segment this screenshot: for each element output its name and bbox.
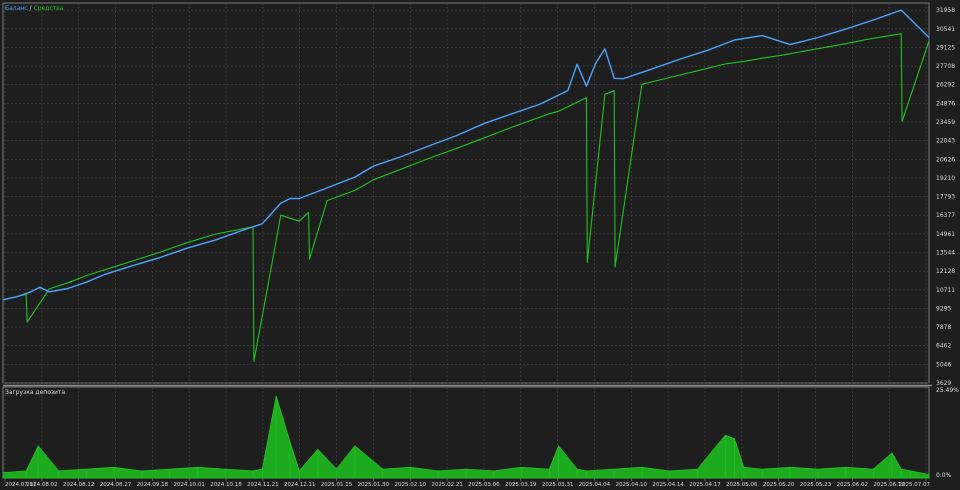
x-tick-label: 2024.12.11 xyxy=(284,482,316,488)
x-tick-label: 2025.07.07 xyxy=(899,482,931,488)
x-tick-label: 2025.04.14 xyxy=(652,482,684,488)
x-tick-label: 2024.08.02 xyxy=(26,482,58,488)
y-tick-label: 13544 xyxy=(936,250,955,257)
y-tick-label: 29125 xyxy=(936,44,955,51)
legend-equity: Средства xyxy=(34,5,64,12)
x-tick-label: 2025.01.15 xyxy=(321,482,353,488)
x-tick-label: 2025.06.02 xyxy=(837,482,869,488)
x-tick-label: 2024.11.21 xyxy=(247,482,279,488)
y-tick-label: 9295 xyxy=(936,305,951,312)
chart-background xyxy=(0,0,960,490)
x-tick-label: 2024.10.18 xyxy=(210,482,242,488)
y-tick-label: 17793 xyxy=(936,194,955,201)
x-tick-label: 2024.08.27 xyxy=(100,482,132,488)
y-tick-label: 26292 xyxy=(936,82,955,89)
x-tick-label: 2025.04.04 xyxy=(579,482,611,488)
y-tick-label: 6462 xyxy=(936,343,951,350)
y-tick-label: 3629 xyxy=(936,380,951,387)
y-tick-label: 19210 xyxy=(936,175,955,182)
y-tick-label: 24876 xyxy=(936,100,955,107)
trading-chart: 31958 30541 29125 27708 26292 24876 23459 22043… xyxy=(0,0,960,490)
y-tick-label: 12128 xyxy=(936,268,955,275)
y-tick-label: 20626 xyxy=(936,156,955,163)
x-tick-label: 2025.01.30 xyxy=(358,482,390,488)
x-tick-label: 2024.10.01 xyxy=(173,482,205,488)
x-tick-label: 2025.02.10 xyxy=(394,482,426,488)
x-tick-label: 2025.03.06 xyxy=(468,482,500,488)
x-tick-label: 2025.05.06 xyxy=(726,482,758,488)
sub-y-tick-label: 0.0% xyxy=(936,472,952,479)
y-tick-label: 22043 xyxy=(936,138,955,145)
y-tick-label: 7878 xyxy=(936,324,951,331)
y-tick-label: 10711 xyxy=(936,287,955,294)
y-tick-label: 23459 xyxy=(936,119,955,126)
y-tick-label: 30541 xyxy=(936,26,955,33)
legend-balance: Баланс xyxy=(5,5,28,12)
x-tick-label: 2025.03.19 xyxy=(505,482,537,488)
y-tick-label: 14961 xyxy=(936,231,955,238)
y-tick-label: 5046 xyxy=(936,361,951,368)
x-tick-label: 2025.05.23 xyxy=(800,482,832,488)
x-tick-label: 2025.04.17 xyxy=(689,482,721,488)
x-tick-label: 2025.05.20 xyxy=(763,482,795,488)
sub-y-tick-label: 25.49% xyxy=(936,387,959,394)
legend: Баланс / Средства xyxy=(5,5,64,12)
y-tick-label: 31958 xyxy=(936,7,955,14)
x-tick-label: 2024.09.18 xyxy=(137,482,169,488)
x-tick-label: 2025.02.21 xyxy=(431,482,463,488)
y-tick-label: 27708 xyxy=(936,63,955,70)
sub-panel-title: Загрузка депозита xyxy=(5,389,65,396)
x-tick-label: 2025.04.10 xyxy=(616,482,648,488)
x-tick-label: 2025.03.31 xyxy=(542,482,574,488)
x-tick-label: 2024.08.12 xyxy=(63,482,95,488)
y-tick-label: 16377 xyxy=(936,212,955,219)
